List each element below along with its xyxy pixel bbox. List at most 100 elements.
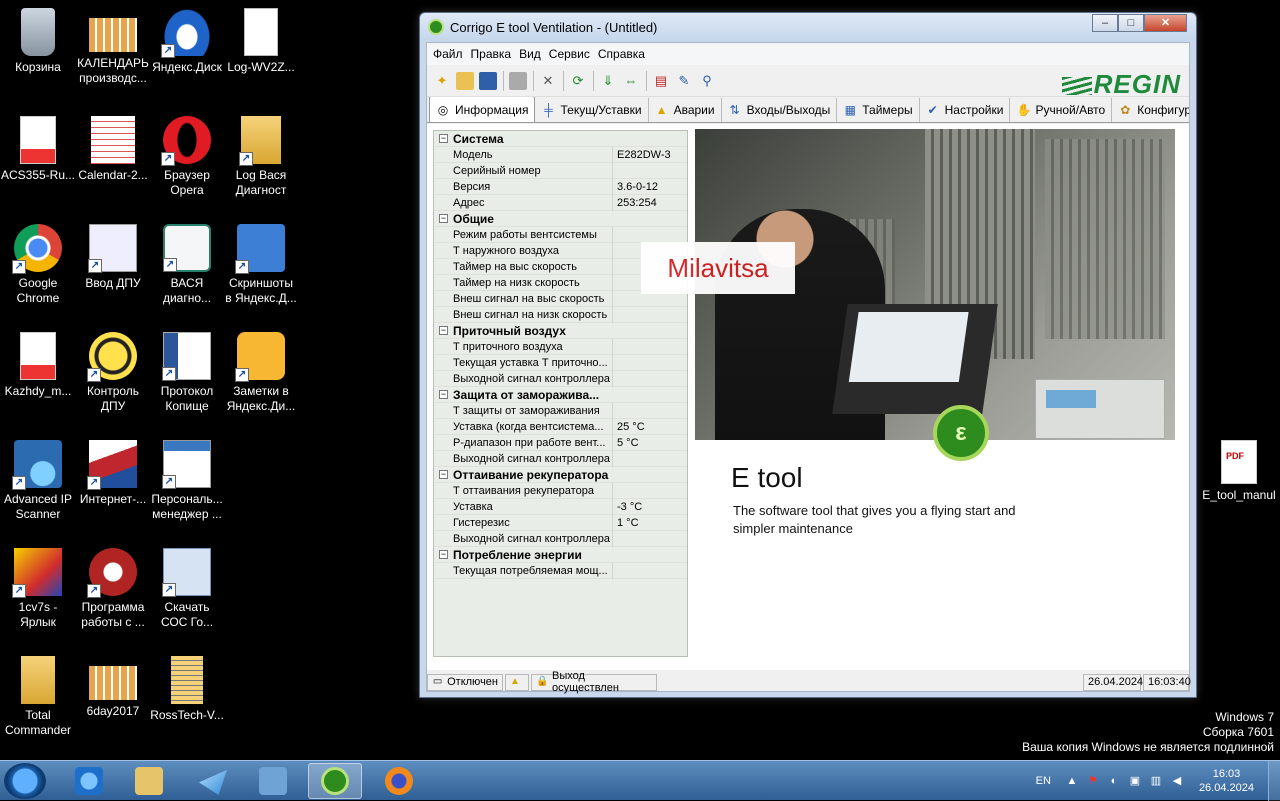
save-icon[interactable] [479, 71, 497, 90]
desktop-icon-prog[interactable]: ↗ Программа работы с ... [75, 548, 151, 630]
show-desktop-button[interactable] [1268, 761, 1280, 801]
collapse-toggle-icon[interactable]: − [439, 134, 448, 143]
maximize-button[interactable]: □ [1118, 14, 1144, 32]
info-tree[interactable]: − Система Модель E282DW-3 Серийный номер Верс… [433, 130, 688, 657]
tree-row[interactable]: Р-диапазон при работе вент... 5 °C [434, 434, 687, 451]
tray-app-icon[interactable]: ◐ [1107, 774, 1121, 788]
desktop-icon-cal2[interactable]: Calendar-2... [75, 116, 151, 183]
desktop-icon-inet[interactable]: ↗ Интернет-... [75, 440, 151, 507]
collapse-toggle-icon[interactable]: − [439, 550, 448, 559]
close-button[interactable]: ✕ [1144, 14, 1187, 32]
tray-volume-icon[interactable]: ◀ [1170, 774, 1184, 788]
taskbar-network-tool[interactable] [246, 763, 300, 799]
desktop-icon-notes[interactable]: ↗ Заметки в Яндекс.Ди... [223, 332, 299, 414]
desktop-icon-1c[interactable]: ↗ 1cv7s - Ярлык [0, 548, 76, 630]
desktop-icon-dpu[interactable]: ↗ Ввод ДПУ [75, 224, 151, 291]
desktop-icon-soc[interactable]: ↗ Скачать СОС Го... [149, 548, 225, 630]
collapse-toggle-icon[interactable]: − [439, 390, 448, 399]
download-icon[interactable]: ⇓ [599, 72, 617, 90]
sync-icon[interactable]: ⇔ [622, 72, 640, 90]
tree-row[interactable]: Текущая уставка Т приточно... [434, 354, 687, 371]
desktop-icon-logvasya[interactable]: ↗ Log Вася Диагност [223, 116, 299, 198]
taskbar-firefox[interactable] [372, 763, 426, 799]
tab-io[interactable]: ⇅ Входы/Выходы [722, 98, 838, 122]
title-bar[interactable]: Corrigo E tool Ventilation - (Untitled) [420, 13, 1196, 41]
menu-edit[interactable]: Правка [471, 47, 512, 61]
tree-row[interactable]: Т защиты от замораживания [434, 402, 687, 419]
minimize-button[interactable]: – [1092, 14, 1118, 32]
desktop-icon-ydisk[interactable]: ↗ Яндекс.Диск [149, 8, 225, 75]
chart-icon[interactable]: ▤ [652, 72, 670, 90]
tree-row[interactable]: Выходной сигнал контроллера [434, 530, 687, 547]
tab-setpoints[interactable]: ╪ Текущ/Уставки [535, 98, 649, 122]
tree-row[interactable]: Т приточного воздуха [434, 338, 687, 355]
edit-icon[interactable]: ✎ [675, 72, 693, 90]
language-indicator[interactable]: EN [1036, 775, 1051, 787]
desktop-icon-vasya[interactable]: ↗ ВАСЯ диагно... [149, 224, 225, 306]
desktop-icon-6day[interactable]: 6day2017 [75, 656, 151, 719]
tree-row[interactable]: Внеш сигнал на низк скорость [434, 306, 687, 323]
cut-icon[interactable]: ✕ [539, 72, 557, 90]
tray-device-icon[interactable]: ▣ [1128, 774, 1142, 788]
tab-settings[interactable]: ✔ Настройки [920, 98, 1011, 122]
etool-window[interactable]: Corrigo E tool Ventilation - (Untitled) … [419, 12, 1197, 698]
tab-timers[interactable]: ▦ Таймеры [837, 98, 920, 122]
collapse-toggle-icon[interactable]: − [439, 470, 448, 479]
tab-manual-auto[interactable]: ✋ Ручной/Авто [1010, 98, 1113, 122]
desktop-icon-recycle[interactable]: Корзина [0, 8, 76, 75]
collapse-toggle-icon[interactable]: − [439, 326, 448, 335]
menu-view[interactable]: Вид [519, 47, 541, 61]
refresh-icon[interactable]: ⟳ [569, 72, 587, 90]
tab-config[interactable]: ✿Конфигурац [1112, 98, 1189, 122]
tree-row[interactable]: Адрес 253:254 [434, 194, 687, 211]
tree-row[interactable]: Т оттаивания рекуператора [434, 482, 687, 499]
tree-section[interactable]: − Общие [434, 211, 687, 227]
tree-section[interactable]: − Защита от заморажива... [434, 387, 687, 403]
desktop-icon-opera[interactable]: ↗ Браузер Opera [149, 116, 225, 198]
taskbar-etool[interactable] [308, 763, 362, 799]
desktop-icon-ross[interactable]: RossTech-V... [149, 656, 225, 723]
tab-alarms[interactable]: ▲ Аварии [649, 98, 722, 122]
taskbar-telegram[interactable] [186, 763, 240, 799]
desktop-icon-etool-manual[interactable]: PDF E_tool_manul [1199, 440, 1279, 502]
tree-row[interactable]: Уставка (когда вентсистема... 25 °C [434, 418, 687, 435]
desktop-icon-screens[interactable]: ↗ Скриншоты в Яндекс.Д... [223, 224, 299, 306]
tree-row[interactable]: Текущая потребляемая мощ... [434, 562, 687, 579]
menu-file[interactable]: Файл [433, 47, 463, 61]
desktop-icon-tc[interactable]: Total Commander [0, 656, 76, 738]
tree-row[interactable]: Выходной сигнал контроллера [434, 450, 687, 467]
desktop-icon-persmgr[interactable]: ↗ Персональ... менеджер ... [149, 440, 225, 522]
tree-section[interactable]: − Потребление энергии [434, 547, 687, 563]
tab-info[interactable]: ◎ Информация [429, 97, 536, 122]
tray-network-icon[interactable]: ▥ [1149, 774, 1163, 788]
tray-flag-icon[interactable]: ⚑ [1086, 774, 1100, 788]
desktop-icon-protokol[interactable]: ↗ Протокол Копище [149, 332, 225, 414]
desktop-icon-log[interactable]: Log-WV2Z... [223, 8, 299, 75]
desktop-icon-chrome[interactable]: ↗ Google Chrome [0, 224, 76, 306]
tray-expand-icon[interactable]: ▲ [1065, 774, 1079, 788]
collapse-toggle-icon[interactable]: − [439, 214, 448, 223]
start-button[interactable] [4, 763, 46, 799]
taskbar-explorer[interactable] [122, 763, 176, 799]
tree-section[interactable]: − Система [434, 131, 687, 147]
connect-icon[interactable]: ⚲ [698, 72, 716, 90]
desktop-icon-cal1[interactable]: КАЛЕНДАРЬ производс... [75, 8, 151, 86]
desktop-icon-acs[interactable]: ACS355-Ru... [0, 116, 76, 183]
tree-row[interactable]: Серийный номер [434, 162, 687, 179]
menu-help[interactable]: Справка [598, 47, 645, 61]
tree-row[interactable]: Версия 3.6-0-12 [434, 178, 687, 195]
desktop-icon-ipscan[interactable]: ↗ Advanced IP Scanner [0, 440, 76, 522]
clock[interactable]: 16:03 26.04.2024 [1199, 767, 1254, 795]
tree-row[interactable]: Гистерезис 1 °C [434, 514, 687, 531]
new-icon[interactable]: ✦ [433, 72, 451, 90]
open-icon[interactable] [456, 71, 474, 90]
menu-service[interactable]: Сервис [549, 47, 590, 61]
tree-row[interactable]: Выходной сигнал контроллера [434, 370, 687, 387]
taskbar-ie[interactable] [62, 763, 116, 799]
tree-row[interactable]: Режим работы вентсистемы [434, 226, 687, 243]
print-icon[interactable] [509, 71, 527, 90]
tree-section[interactable]: − Оттаивание рекуператора [434, 467, 687, 483]
desktop-icon-kdpu[interactable]: ↗ Контроль ДПУ [75, 332, 151, 414]
tree-row[interactable]: Модель E282DW-3 [434, 146, 687, 163]
desktop-icon-kazhdy[interactable]: Kazhdy_m... [0, 332, 76, 399]
